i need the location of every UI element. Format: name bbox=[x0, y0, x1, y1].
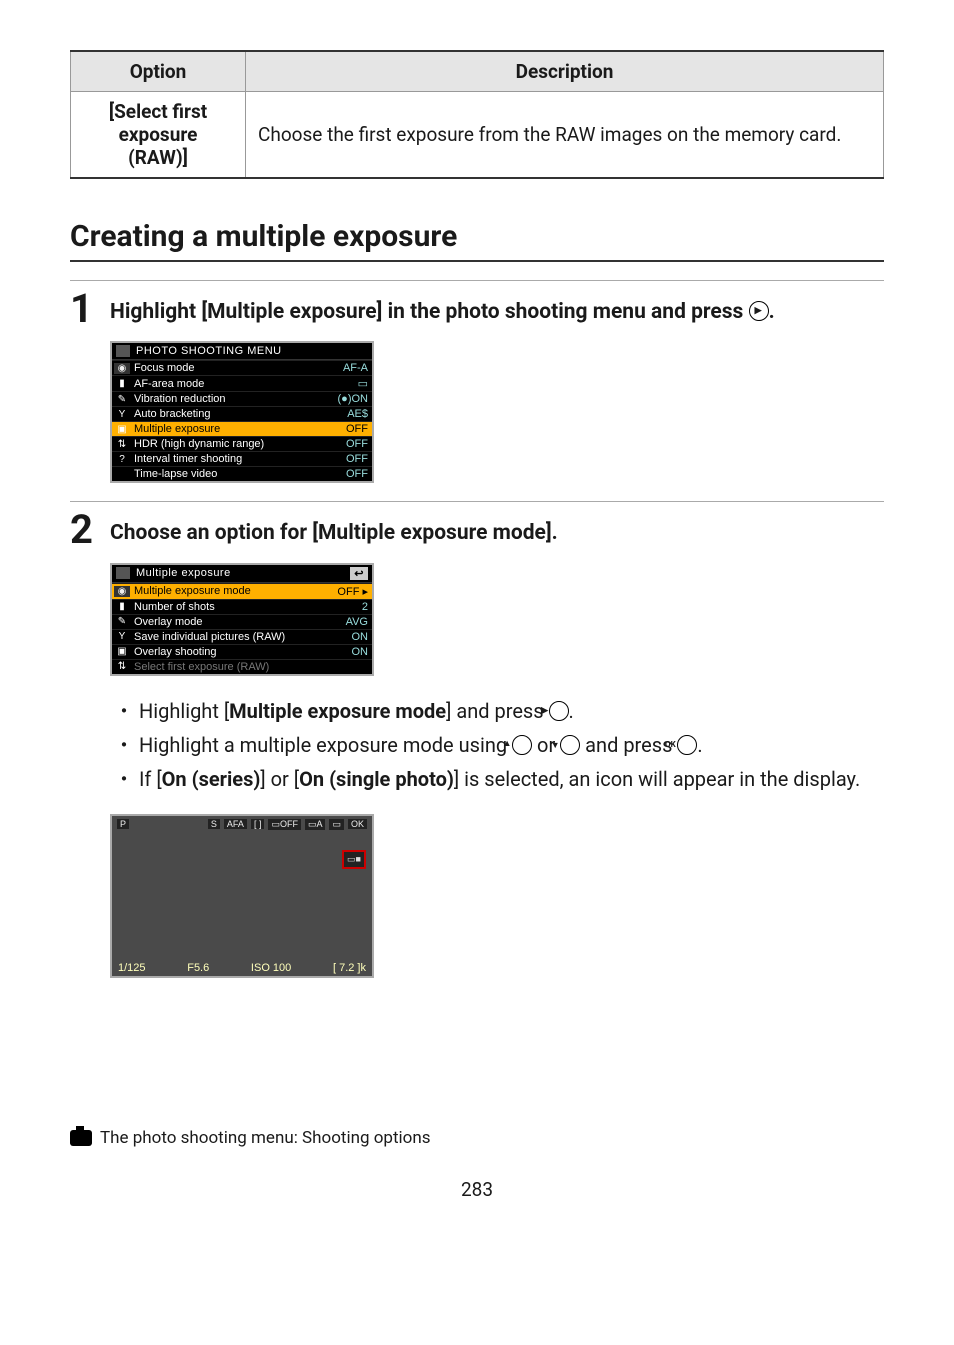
menu-item-label: AF-area mode bbox=[134, 378, 352, 390]
page-number: 283 bbox=[0, 1178, 954, 1231]
pencil-tab-icon: ✎ bbox=[114, 394, 130, 405]
step-1: 1 Highlight [Multiple exposure] in the p… bbox=[70, 280, 884, 483]
menu-item-value: OFF bbox=[340, 423, 368, 435]
submenu-header: Multiple exposure ↩ bbox=[112, 565, 372, 583]
th-option: Option bbox=[71, 51, 246, 92]
lcd-fnumber: F5.6 bbox=[187, 962, 209, 974]
play-tab-icon bbox=[116, 567, 130, 579]
cell-option: [Select first exposure (RAW)] bbox=[71, 92, 246, 179]
step-1-number: 1 bbox=[70, 287, 110, 329]
page-footer: The photo shooting menu: Shooting option… bbox=[0, 1128, 954, 1178]
camera-icon bbox=[70, 1130, 92, 1146]
video-tab-icon: ▮ bbox=[114, 378, 130, 389]
menu-item-label: Interval timer shooting bbox=[134, 453, 340, 465]
bullet-3: If [On (series)] or [On (single photo)] … bbox=[114, 762, 884, 796]
section-heading: Creating a multiple exposure bbox=[70, 219, 884, 262]
menu-item-label: HDR (high dynamic range) bbox=[134, 438, 340, 450]
camera-tab-icon: ◉ bbox=[114, 363, 130, 374]
menu-item-label: Vibration reduction bbox=[134, 393, 332, 405]
menu-item-label: Auto bracketing bbox=[134, 408, 341, 420]
lcd-chip: ▭ bbox=[329, 819, 344, 830]
pencil-tab-icon: ✎ bbox=[114, 616, 130, 627]
submenu-item-value: ON bbox=[346, 631, 369, 643]
footer-text: The photo shooting menu: Shooting option… bbox=[100, 1128, 431, 1148]
menu-item-label: Multiple exposure bbox=[134, 423, 340, 435]
step-2-bullets: Highlight [Multiple exposure mode] and p… bbox=[110, 694, 884, 796]
submenu-header-title: Multiple exposure bbox=[136, 567, 231, 579]
menu-item-value: (●)ON bbox=[332, 393, 368, 405]
lcd-chip: S bbox=[208, 819, 220, 829]
submenu-item-value: OFF ▸ bbox=[331, 585, 368, 598]
menu-item-label: Focus mode bbox=[134, 362, 337, 374]
bullet-2: Highlight a multiple exposure mode using… bbox=[114, 728, 884, 762]
lcd-chip: ▭A bbox=[305, 819, 326, 830]
lcd-iso: ISO 100 bbox=[251, 962, 291, 974]
menu-item-value: OFF bbox=[340, 468, 368, 480]
submenu-item-value: 2 bbox=[356, 601, 368, 613]
th-description: Description bbox=[246, 51, 884, 92]
menu-item-value: AF-A bbox=[337, 362, 368, 374]
lcd-shutter: 1/125 bbox=[118, 962, 146, 974]
menu-item-label: Time-lapse video bbox=[134, 468, 340, 480]
ok-button-icon bbox=[677, 735, 697, 755]
play-tab-icon bbox=[116, 345, 130, 357]
photo-shooting-menu-screenshot: PHOTO SHOOTING MENU ◉ Focus modeAF-A ▮ AF-… bbox=[110, 341, 374, 483]
submenu-item-label: Number of shots bbox=[134, 601, 356, 613]
check-tab-icon: ▣ bbox=[114, 424, 130, 435]
submenu-item-label: Multiple exposure mode bbox=[134, 585, 331, 597]
retouch-tab-icon: Y bbox=[114, 409, 130, 420]
multiselector-down-icon bbox=[560, 735, 580, 755]
multiple-exposure-indicator: ▭■ bbox=[342, 850, 366, 869]
mode-chip: P bbox=[117, 819, 129, 829]
video-tab-icon: ▮ bbox=[114, 601, 130, 612]
multiselector-right-icon bbox=[749, 301, 769, 321]
submenu-item-value: ON bbox=[346, 646, 369, 658]
cell-description: Choose the first exposure from the RAW i… bbox=[246, 92, 884, 179]
menu-item-value: OFF bbox=[340, 453, 368, 465]
mymenu-tab-icon: ⇅ bbox=[114, 661, 130, 672]
step-2-number: 2 bbox=[70, 508, 110, 550]
lcd-chip: ▭OFF bbox=[268, 819, 301, 830]
submenu-item-label: Overlay mode bbox=[134, 616, 340, 628]
lcd-chip: OK bbox=[348, 819, 367, 829]
step-2: 2 Choose an option for [Multiple exposur… bbox=[70, 501, 884, 977]
menu-header: PHOTO SHOOTING MENU bbox=[112, 343, 372, 360]
camera-tab-icon: ◉ bbox=[114, 586, 130, 597]
submenu-item-label: Overlay shooting bbox=[134, 646, 346, 658]
option-table: Option Description [Select first exposur… bbox=[70, 50, 884, 179]
lcd-topbar: P S AFA [ ] ▭OFF ▭A ▭ OK bbox=[112, 816, 372, 833]
submenu-item-value: AVG bbox=[340, 616, 368, 628]
menu-item-value: AE$ bbox=[341, 408, 368, 420]
step-2-title: Choose an option for [Multiple exposure … bbox=[110, 518, 884, 548]
bullet-1: Highlight [Multiple exposure mode] and p… bbox=[114, 694, 884, 728]
help-tab-icon: ? bbox=[114, 454, 130, 465]
multiselector-right-icon bbox=[549, 701, 569, 721]
menu-item-value: OFF bbox=[340, 438, 368, 450]
menu-item-value: ▭ bbox=[352, 377, 368, 390]
step-1-title: Highlight [Multiple exposure] in the pho… bbox=[110, 297, 884, 327]
lcd-chip: AFA bbox=[224, 819, 247, 829]
mymenu-tab-icon: ⇅ bbox=[114, 439, 130, 450]
submenu-item-label: Save individual pictures (RAW) bbox=[134, 631, 346, 643]
lcd-chip: [ ] bbox=[251, 819, 265, 829]
multiple-exposure-submenu-screenshot: Multiple exposure ↩ ◉ Multiple exposure m… bbox=[110, 563, 374, 676]
retouch-tab-icon: Y bbox=[114, 631, 130, 642]
menu-header-title: PHOTO SHOOTING MENU bbox=[136, 345, 282, 357]
submenu-item-label: Select first exposure (RAW) bbox=[134, 661, 362, 673]
multiselector-up-icon bbox=[512, 735, 532, 755]
display-screenshot: P S AFA [ ] ▭OFF ▭A ▭ OK ▭■ 1/125 F5.6 I… bbox=[110, 814, 374, 978]
lcd-bottombar: 1/125 F5.6 ISO 100 [ 7.2 ]k bbox=[112, 962, 372, 974]
lcd-shots-remaining: [ 7.2 ]k bbox=[333, 962, 366, 974]
check-tab-icon: ▣ bbox=[114, 646, 130, 657]
back-icon: ↩ bbox=[350, 567, 368, 580]
